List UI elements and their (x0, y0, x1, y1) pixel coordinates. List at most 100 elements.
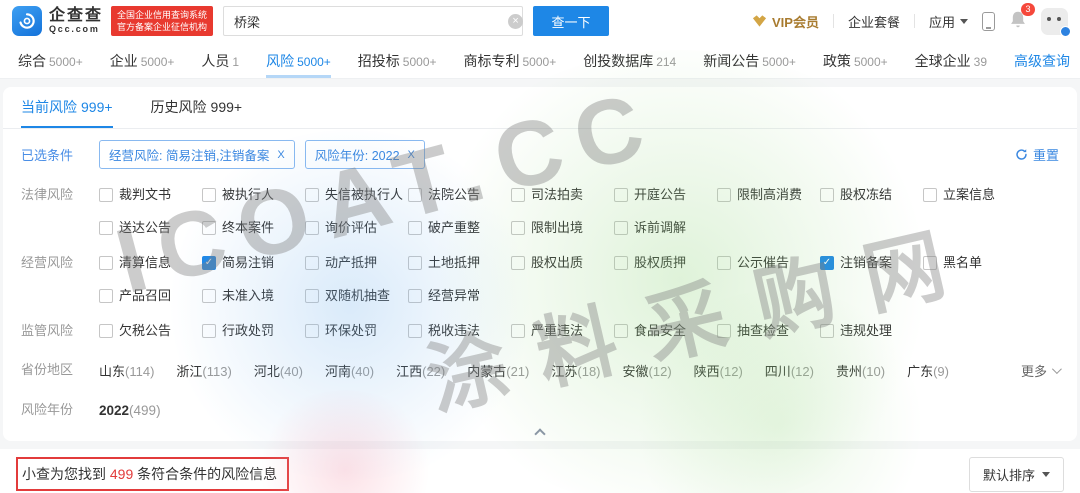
qcc-logo[interactable]: 企查查 Qcc.com (12, 6, 103, 36)
filter-option-裁判文书[interactable]: 裁判文书 (99, 182, 202, 208)
checkbox[interactable] (99, 221, 113, 235)
enterprise-package-link[interactable]: 企业套餐 (848, 12, 900, 31)
year-value[interactable]: 2022(499) (99, 403, 161, 418)
filter-option-司法拍卖[interactable]: 司法拍卖 (511, 182, 614, 208)
checkbox[interactable] (614, 188, 628, 202)
filter-option-注销备案[interactable]: ✓ 注销备案 (820, 250, 923, 276)
filter-option-清算信息[interactable]: 清算信息 (99, 250, 202, 276)
province-陕西[interactable]: 陕西(12) (694, 361, 743, 380)
filter-option-产品召回[interactable]: 产品召回 (99, 283, 202, 309)
reset-button[interactable]: 重置 (1015, 145, 1059, 164)
province-山东[interactable]: 山东(114) (99, 361, 154, 380)
filter-option-行政处罚[interactable]: 行政处罚 (202, 318, 305, 344)
filter-option-诉前调解[interactable]: 诉前调解 (614, 215, 717, 241)
checkbox[interactable] (408, 289, 422, 303)
notifications-button[interactable]: 3 (1009, 3, 1035, 32)
condition-chip[interactable]: 风险年份: 2022 X (304, 140, 425, 169)
filter-option-严重违法[interactable]: 严重违法 (511, 318, 614, 344)
filter-option-环保处罚[interactable]: 环保处罚 (305, 318, 408, 344)
checkbox[interactable] (408, 256, 422, 270)
condition-chip[interactable]: 经营风险: 简易注销,注销备案 X (99, 140, 295, 169)
checkbox[interactable] (614, 324, 628, 338)
collapse-panel-button[interactable] (502, 426, 578, 441)
filter-option-黑名单[interactable]: 黑名单 (923, 250, 1026, 276)
checkbox[interactable] (305, 256, 319, 270)
filter-option-股权质押[interactable]: 股权质押 (614, 250, 717, 276)
checkbox[interactable] (717, 324, 731, 338)
filter-option-破产重整[interactable]: 破产重整 (408, 215, 511, 241)
nav-tab-高级查询[interactable]: 高级查询 (1014, 43, 1070, 78)
checkbox[interactable] (99, 256, 113, 270)
filter-option-双随机抽查[interactable]: 双随机抽查 (305, 283, 408, 309)
filter-option-法院公告[interactable]: 法院公告 (408, 182, 511, 208)
checkbox-checked[interactable]: ✓ (820, 256, 834, 270)
checkbox[interactable] (820, 188, 834, 202)
chip-close-icon[interactable]: X (408, 149, 415, 161)
panel-tab-当前风险[interactable]: 当前风险 999+ (21, 87, 113, 128)
checkbox[interactable] (511, 324, 525, 338)
filter-option-终本案件[interactable]: 终本案件 (202, 215, 305, 241)
checkbox[interactable] (614, 221, 628, 235)
checkbox[interactable] (202, 289, 216, 303)
search-input[interactable] (223, 6, 524, 36)
checkbox[interactable] (511, 256, 525, 270)
checkbox[interactable] (408, 324, 422, 338)
filter-option-限制出境[interactable]: 限制出境 (511, 215, 614, 241)
nav-tab-人员[interactable]: 人员 1 (201, 43, 239, 78)
checkbox[interactable] (511, 188, 525, 202)
nav-tab-企业[interactable]: 企业 5000+ (110, 43, 175, 78)
checkbox[interactable] (717, 188, 731, 202)
checkbox[interactable] (99, 324, 113, 338)
checkbox[interactable] (923, 188, 937, 202)
filter-option-股权出质[interactable]: 股权出质 (511, 250, 614, 276)
panel-tab-历史风险[interactable]: 历史风险 999+ (151, 87, 243, 128)
province-河南[interactable]: 河南(40) (325, 361, 374, 380)
checkbox[interactable] (305, 188, 319, 202)
filter-option-公示催告[interactable]: 公示催告 (717, 250, 820, 276)
province-安徽[interactable]: 安徽(12) (623, 361, 672, 380)
nav-tab-全球企业[interactable]: 全球企业 39 (915, 43, 987, 78)
province-江苏[interactable]: 江苏(18) (551, 361, 600, 380)
filter-option-动产抵押[interactable]: 动产抵押 (305, 250, 408, 276)
filter-option-经营异常[interactable]: 经营异常 (408, 283, 511, 309)
nav-tab-商标专利[interactable]: 商标专利 5000+ (464, 43, 557, 78)
checkbox[interactable] (305, 221, 319, 235)
nav-tab-综合[interactable]: 综合 5000+ (18, 43, 83, 78)
checkbox[interactable] (717, 256, 731, 270)
clear-search-icon[interactable]: × (508, 13, 524, 29)
filter-option-开庭公告[interactable]: 开庭公告 (614, 182, 717, 208)
nav-tab-招投标[interactable]: 招投标 5000+ (358, 43, 437, 78)
checkbox[interactable] (305, 324, 319, 338)
filter-option-欠税公告[interactable]: 欠税公告 (99, 318, 202, 344)
checkbox[interactable] (614, 256, 628, 270)
sort-dropdown-button[interactable]: 默认排序 (968, 456, 1064, 492)
province-浙江[interactable]: 浙江(113) (176, 361, 231, 380)
checkbox-checked[interactable]: ✓ (202, 256, 216, 270)
mobile-app-icon[interactable] (982, 11, 995, 31)
filter-option-食品安全[interactable]: 食品安全 (614, 318, 717, 344)
vip-member-link[interactable]: VIP会员 (752, 12, 819, 31)
checkbox[interactable] (511, 221, 525, 235)
filter-option-税收违法[interactable]: 税收违法 (408, 318, 511, 344)
nav-tab-创投数据库[interactable]: 创投数据库 214 (583, 43, 676, 78)
province-贵州[interactable]: 贵州(10) (836, 361, 885, 380)
checkbox[interactable] (99, 188, 113, 202)
checkbox[interactable] (202, 324, 216, 338)
filter-option-抽查检查[interactable]: 抽查检查 (717, 318, 820, 344)
more-provinces-button[interactable]: 更多 (1021, 361, 1062, 380)
checkbox[interactable] (408, 188, 422, 202)
avatar[interactable] (1041, 7, 1071, 37)
filter-option-送达公告[interactable]: 送达公告 (99, 215, 202, 241)
filter-option-土地抵押[interactable]: 土地抵押 (408, 250, 511, 276)
checkbox[interactable] (202, 188, 216, 202)
apps-menu[interactable]: 应用 (929, 12, 968, 31)
checkbox[interactable] (923, 256, 937, 270)
chip-close-icon[interactable]: X (277, 149, 284, 161)
province-河北[interactable]: 河北(40) (254, 361, 303, 380)
filter-option-立案信息[interactable]: 立案信息 (923, 182, 1026, 208)
filter-option-询价评估[interactable]: 询价评估 (305, 215, 408, 241)
filter-option-限制高消费[interactable]: 限制高消费 (717, 182, 820, 208)
checkbox[interactable] (202, 221, 216, 235)
filter-option-未准入境[interactable]: 未准入境 (202, 283, 305, 309)
checkbox[interactable] (408, 221, 422, 235)
